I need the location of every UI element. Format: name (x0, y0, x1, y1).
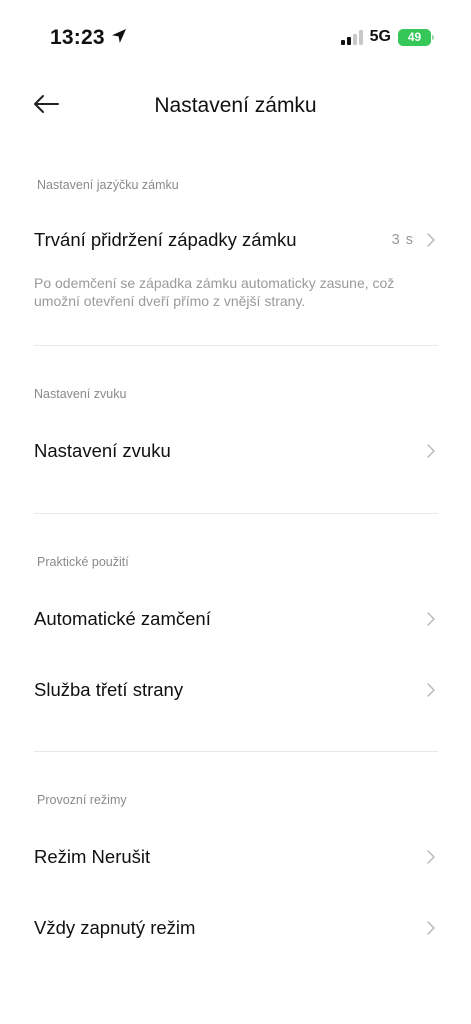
chevron-right-icon (424, 611, 438, 627)
row-label: Trvání přidržení západky zámku (34, 229, 297, 250)
section-header-sound: Nastavení zvuku (34, 387, 127, 401)
row-label: Nastavení zvuku (34, 440, 171, 461)
divider (34, 751, 438, 752)
row-label: Vždy zapnutý režim (34, 917, 196, 938)
divider (34, 513, 438, 514)
do-not-disturb-row[interactable]: Režim Nerušit (34, 835, 438, 879)
cellular-signal-icon (340, 29, 363, 45)
chevron-right-icon (424, 443, 438, 459)
section-header-latch: Nastavení jazýčku zámku (37, 178, 179, 192)
chevron-right-icon (424, 849, 438, 865)
chevron-right-icon (424, 232, 438, 248)
chevron-right-icon (424, 920, 438, 936)
location-arrow-icon (111, 26, 127, 50)
sound-settings-row[interactable]: Nastavení zvuku (34, 429, 438, 473)
latch-description: Po odemčení se západka zámku automaticky… (34, 275, 395, 309)
status-bar: 13:23 5G 49 (0, 0, 471, 70)
row-value: 3 s (391, 232, 414, 248)
chevron-right-icon (424, 682, 438, 698)
row-label: Režim Nerušit (34, 846, 151, 867)
page-title: Nastavení zámku (154, 94, 317, 117)
section-header-modes: Provozní režimy (37, 793, 127, 807)
battery-icon: 49 (398, 28, 434, 46)
status-time: 13:23 (50, 26, 105, 49)
nav-bar: Nastavení zámku (0, 80, 471, 132)
section-header-practical: Praktické použití (37, 555, 129, 569)
divider (34, 345, 438, 346)
network-type: 5G (369, 28, 391, 45)
status-indicators: 5G 49 (340, 28, 434, 46)
latch-hold-duration-row[interactable]: Trvání přidržení západky zámku 3 s (34, 218, 438, 262)
status-time-group: 13:23 (50, 26, 127, 50)
third-party-service-row[interactable]: Služba třetí strany (34, 668, 438, 712)
row-label: Služba třetí strany (34, 679, 184, 700)
auto-lock-row[interactable]: Automatické zamčení (34, 597, 438, 641)
row-label: Automatické zamčení (34, 608, 211, 629)
battery-level: 49 (407, 30, 422, 44)
always-on-mode-row[interactable]: Vždy zapnutý režim (34, 906, 438, 950)
